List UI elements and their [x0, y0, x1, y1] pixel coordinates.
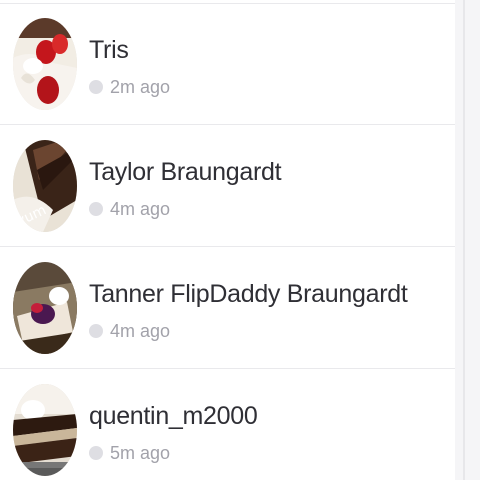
conversation-row-tanner-flipdaddy-braungardt[interactable]: Tanner FlipDaddy Braungardt 4m ago: [0, 244, 455, 364]
dessert-strawberry-photo-icon: [13, 18, 77, 110]
contact-name: Tanner FlipDaddy Braungardt: [89, 280, 408, 308]
status-dot-icon: [89, 324, 103, 338]
avatar[interactable]: yum: [13, 140, 77, 232]
contact-name: quentin_m2000: [89, 402, 258, 430]
contact-name: Taylor Braungardt: [89, 158, 282, 186]
timestamp: 2m ago: [110, 77, 171, 97]
status-dot-icon: [89, 80, 103, 94]
status-dot-icon: [89, 446, 103, 460]
conversation-row-tris[interactable]: Tris 2m ago: [0, 0, 455, 120]
avatar[interactable]: [13, 18, 77, 110]
scrollbar[interactable]: [455, 0, 480, 480]
chocolate-cake-photo-icon: yum: [13, 140, 77, 232]
timestamp: 4m ago: [110, 199, 171, 219]
status-dot-icon: [89, 202, 103, 216]
timestamp: 5m ago: [110, 443, 171, 463]
contact-name: Tris: [89, 36, 129, 64]
avatar[interactable]: [13, 262, 77, 354]
berry-cheesecake-photo-icon: [13, 262, 77, 354]
conversation-row-quentin-m2000[interactable]: quentin_m2000 5m ago: [0, 366, 455, 486]
timestamp: 4m ago: [110, 321, 171, 341]
conversation-row-taylor-braungardt[interactable]: yum Taylor Braungardt 4m ago: [0, 122, 455, 242]
avatar[interactable]: [13, 384, 77, 476]
scrollbar-track-line: [463, 0, 465, 480]
layer-cake-photo-icon: [13, 384, 77, 476]
conversation-list: Tris 2m ago yum Taylor Braungardt 4m ago: [0, 0, 455, 480]
